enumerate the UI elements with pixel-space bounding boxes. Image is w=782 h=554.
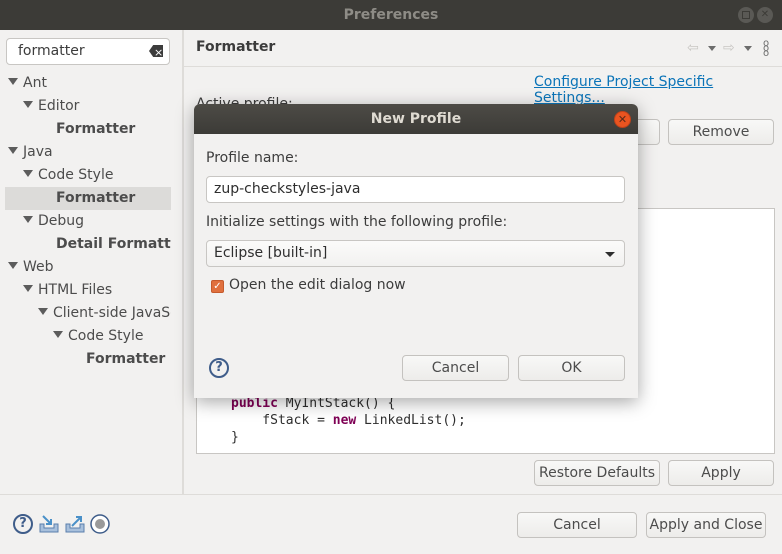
code-line: public MyIntStack() { xyxy=(231,396,396,411)
remove-profile-button[interactable]: Remove xyxy=(668,119,774,145)
code-line: fStack = new LinkedList(); xyxy=(231,413,466,428)
forward-history-dropdown-icon[interactable] xyxy=(744,46,752,51)
forward-arrow-icon[interactable]: ⇨ xyxy=(723,40,735,56)
tree-item-label: Editor xyxy=(38,98,80,114)
window-titlebar: Preferences ✕ xyxy=(0,0,782,30)
tree-item-label: Formatter xyxy=(56,121,136,137)
expand-arrow-icon[interactable] xyxy=(23,285,33,292)
dialog-title: New Profile xyxy=(370,111,462,127)
tree-item[interactable]: Code Style xyxy=(5,164,171,187)
header-separator xyxy=(184,66,782,67)
open-edit-label[interactable]: Open the edit dialog now xyxy=(229,277,406,293)
tree-item[interactable]: Formatter xyxy=(5,118,171,141)
init-profile-selected: Eclipse [built-in] xyxy=(214,245,328,261)
tree-item[interactable]: Web xyxy=(5,256,171,279)
tree-item[interactable]: Client-side JavaScript xyxy=(5,302,171,325)
profile-name-value: zup-checkstyles-java xyxy=(214,181,361,197)
record-icon[interactable] xyxy=(90,514,110,534)
expand-arrow-icon[interactable] xyxy=(23,216,33,223)
tree-item[interactable]: Formatter xyxy=(5,187,171,210)
profile-name-label: Profile name: xyxy=(206,150,299,166)
export-icon[interactable] xyxy=(64,514,85,534)
apply-and-close-button[interactable]: Apply and Close xyxy=(646,512,766,538)
restore-defaults-button[interactable]: Restore Defaults xyxy=(534,460,660,486)
tree-item-label: HTML Files xyxy=(38,282,113,298)
apply-button[interactable]: Apply xyxy=(668,460,774,486)
tree-item[interactable]: Editor xyxy=(5,95,171,118)
configure-project-settings-link[interactable]: Configure Project Specific Settings... xyxy=(534,74,782,106)
expand-arrow-icon[interactable] xyxy=(8,147,18,154)
init-settings-label: Initialize settings with the following p… xyxy=(206,214,508,230)
tree-item-label: Detail Formatters xyxy=(56,236,171,252)
expand-arrow-icon[interactable] xyxy=(38,308,48,315)
footer: ? Cancel Apply and Close xyxy=(0,495,782,554)
preferences-tree: Ant Editor Formatter Java Code Style Formatte… xyxy=(5,72,171,492)
expand-arrow-icon[interactable] xyxy=(53,331,63,338)
help-icon[interactable]: ? xyxy=(13,514,33,534)
import-icon[interactable] xyxy=(38,514,59,534)
page-navigation: ⇦ ⇨ ooo xyxy=(687,39,777,59)
preferences-sidebar: formatter AntEditorFormatterJavaCode Sty… xyxy=(0,30,182,494)
code-line: } xyxy=(231,430,239,445)
page-title: Formatter xyxy=(196,39,276,55)
tree-item-label: Formatter xyxy=(56,190,136,206)
profile-name-input[interactable]: zup-checkstyles-java xyxy=(206,176,625,203)
clear-filter-icon[interactable] xyxy=(149,45,163,57)
cancel-button[interactable]: Cancel xyxy=(517,512,637,538)
back-history-dropdown-icon[interactable] xyxy=(708,46,716,51)
dialog-close-button[interactable]: ✕ xyxy=(614,111,631,128)
filter-input[interactable]: formatter xyxy=(6,38,170,65)
tree-item-label: Web xyxy=(23,259,54,275)
back-arrow-icon[interactable]: ⇦ xyxy=(687,40,699,56)
open-edit-checkbox[interactable]: ✓ xyxy=(211,280,224,293)
expand-arrow-icon[interactable] xyxy=(8,78,18,85)
dialog-cancel-button[interactable]: Cancel xyxy=(402,355,509,381)
tree-item-label: Code Style xyxy=(68,328,144,344)
dialog-ok-button[interactable]: OK xyxy=(518,355,625,381)
tree-item-label: Java xyxy=(23,144,53,160)
tree-item[interactable]: Ant xyxy=(5,72,171,95)
init-profile-select[interactable]: Eclipse [built-in] xyxy=(206,240,625,267)
expand-arrow-icon[interactable] xyxy=(23,170,33,177)
view-menu-icon[interactable]: ooo xyxy=(763,39,769,59)
tree-item[interactable]: Java xyxy=(5,141,171,164)
maximize-button[interactable] xyxy=(738,7,754,23)
new-profile-dialog: New Profile ✕ Profile name: zup-checksty… xyxy=(194,104,638,398)
tree-item-label: Debug xyxy=(38,213,85,229)
tree-item-label: Code Style xyxy=(38,167,114,183)
tree-item-label: Client-side JavaScript xyxy=(53,305,171,321)
dialog-titlebar: New Profile ✕ xyxy=(194,104,638,134)
dialog-help-icon[interactable]: ? xyxy=(209,358,229,378)
close-window-button[interactable]: ✕ xyxy=(757,7,773,23)
tree-item[interactable]: HTML Files xyxy=(5,279,171,302)
tree-item[interactable]: Code Style xyxy=(5,325,171,348)
expand-arrow-icon[interactable] xyxy=(23,101,33,108)
tree-item-label: Ant xyxy=(23,75,47,91)
tree-item[interactable]: Detail Formatters xyxy=(5,233,171,256)
tree-item[interactable]: Formatter xyxy=(5,348,171,371)
window-title: Preferences xyxy=(343,7,439,23)
filter-value: formatter xyxy=(18,43,85,59)
expand-arrow-icon[interactable] xyxy=(8,262,18,269)
tree-item[interactable]: Debug xyxy=(5,210,171,233)
tree-item-label: Formatter xyxy=(86,351,166,367)
chevron-down-icon xyxy=(605,252,615,257)
